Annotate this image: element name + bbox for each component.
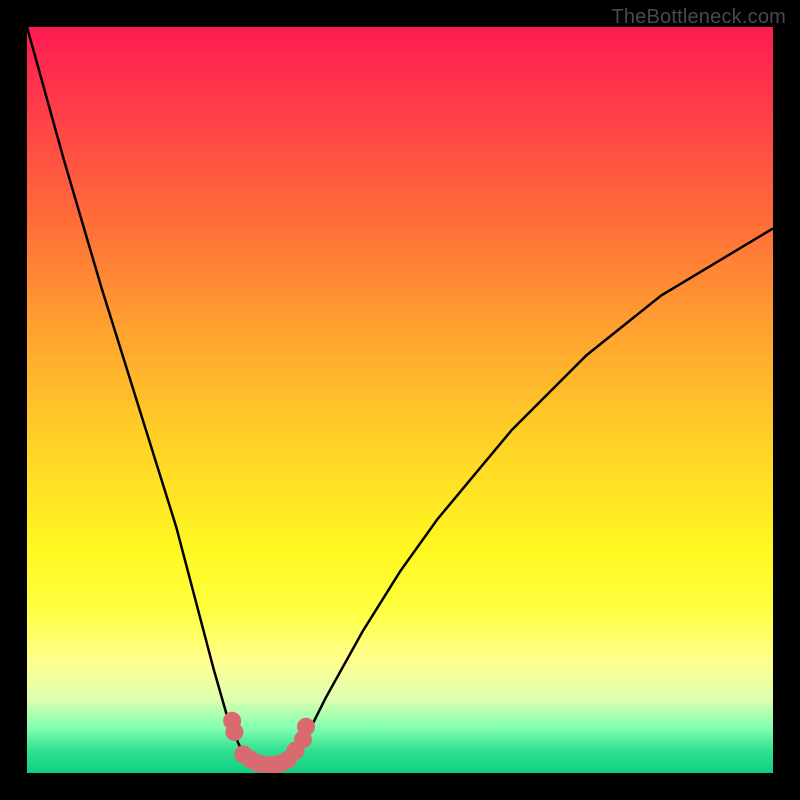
- bottleneck-curve: [27, 27, 773, 766]
- marker-dot: [297, 718, 315, 736]
- marker-dot: [225, 723, 243, 741]
- chart-svg: [27, 27, 773, 773]
- curve-path: [27, 27, 773, 766]
- plot-area: [27, 27, 773, 773]
- watermark-text: TheBottleneck.com: [611, 6, 786, 29]
